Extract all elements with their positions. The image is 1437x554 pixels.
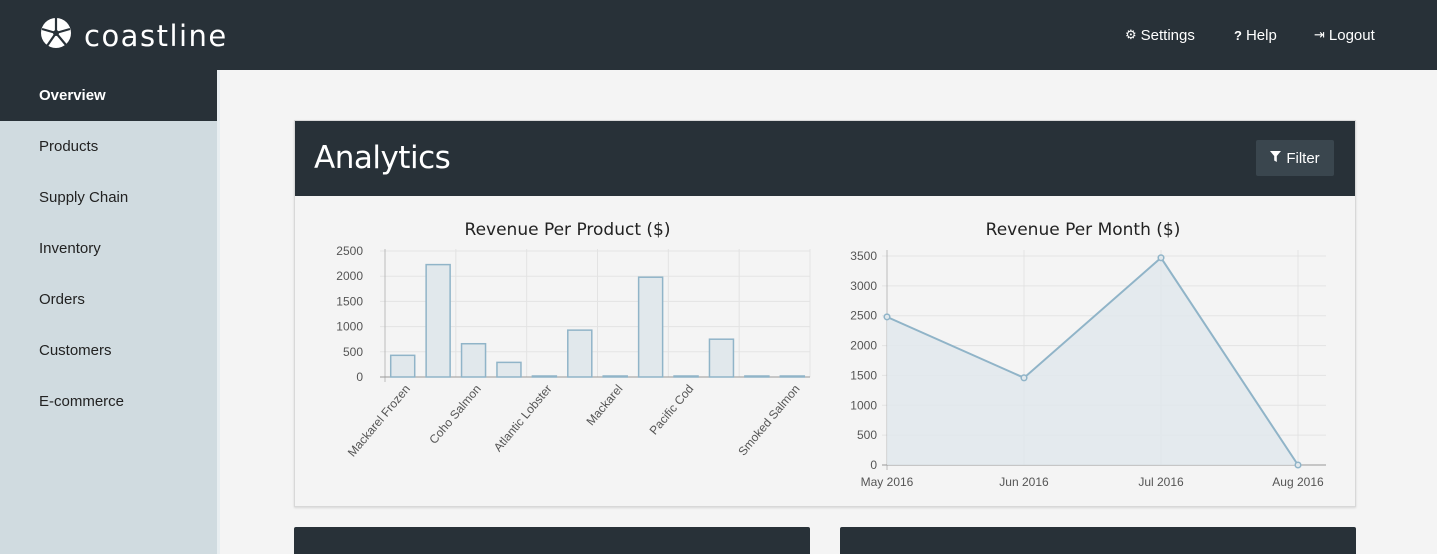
logout-label: Logout: [1328, 26, 1375, 44]
y-tick-label: 2500: [850, 309, 877, 323]
settings-link[interactable]: ⚙ Settings: [1125, 0, 1195, 70]
lower-left-panel-header: [294, 527, 810, 554]
x-tick-label: Aug 2016: [1272, 475, 1324, 489]
question-icon: ?: [1234, 27, 1242, 43]
help-label: Help: [1245, 26, 1277, 44]
y-tick-label: 500: [857, 428, 877, 442]
sidebar-item-label: E-commerce: [39, 393, 125, 410]
sidebar-item-label: Supply Chain: [39, 189, 129, 206]
app-logo[interactable]: coastline: [40, 17, 228, 54]
data-point: [883, 313, 891, 321]
sidebar-item-orders[interactable]: Orders: [0, 274, 217, 325]
revenue-per-month-chart: 0 500 1000 1500 2000 2500 3000 3500 May 2016 Jun …: [850, 249, 1326, 489]
logout-icon: ⇥: [1314, 27, 1325, 42]
sidebar-item-products[interactable]: Products: [0, 121, 217, 172]
y-tick-label: 1500: [850, 368, 877, 382]
sidebar-item-overview[interactable]: Overview: [0, 70, 217, 121]
data-point: [1157, 254, 1165, 262]
analytics-panel: Analytics Filter Revenue Per Product ($)…: [294, 120, 1356, 507]
sidebar-item-supply-chain[interactable]: Supply Chain: [0, 172, 217, 223]
top-navbar: coastline ⚙ Settings ? Help ⇥ Logout: [0, 0, 1437, 70]
sidebar-item-e-commerce[interactable]: E-commerce: [0, 376, 217, 427]
sidebar-item-label: Overview: [39, 87, 106, 104]
sidebar-item-label: Orders: [39, 291, 85, 308]
sidebar-item-customers[interactable]: Customers: [0, 325, 217, 376]
y-tick-label: 0: [870, 458, 877, 472]
area-fill: [887, 257, 1298, 465]
help-link[interactable]: ? Help: [1234, 0, 1277, 70]
logout-link[interactable]: ⇥ Logout: [1314, 0, 1375, 70]
y-tick-label: 1000: [850, 398, 877, 412]
sidebar-item-inventory[interactable]: Inventory: [0, 223, 217, 274]
data-point: [1020, 374, 1028, 382]
settings-label: Settings: [1140, 26, 1195, 44]
sidebar-item-label: Products: [39, 138, 99, 155]
gear-icon: ⚙: [1125, 27, 1137, 42]
app-name: coastline: [84, 18, 228, 53]
sidebar-item-label: Inventory: [39, 240, 101, 257]
x-tick-label: Jun 2016: [999, 475, 1049, 489]
y-tick-label: 3000: [850, 279, 877, 293]
y-tick-label: 3500: [850, 249, 877, 263]
sidebar-item-label: Customers: [39, 342, 112, 359]
x-tick-label: May 2016: [861, 475, 914, 489]
coastline-logo-icon: [40, 17, 72, 54]
sidebar-divider: [217, 70, 220, 554]
lower-right-panel-header: [840, 527, 1356, 554]
data-point: [1294, 461, 1302, 469]
x-tick-label: Jul 2016: [1138, 475, 1184, 489]
y-tick-label: 2000: [850, 339, 877, 353]
